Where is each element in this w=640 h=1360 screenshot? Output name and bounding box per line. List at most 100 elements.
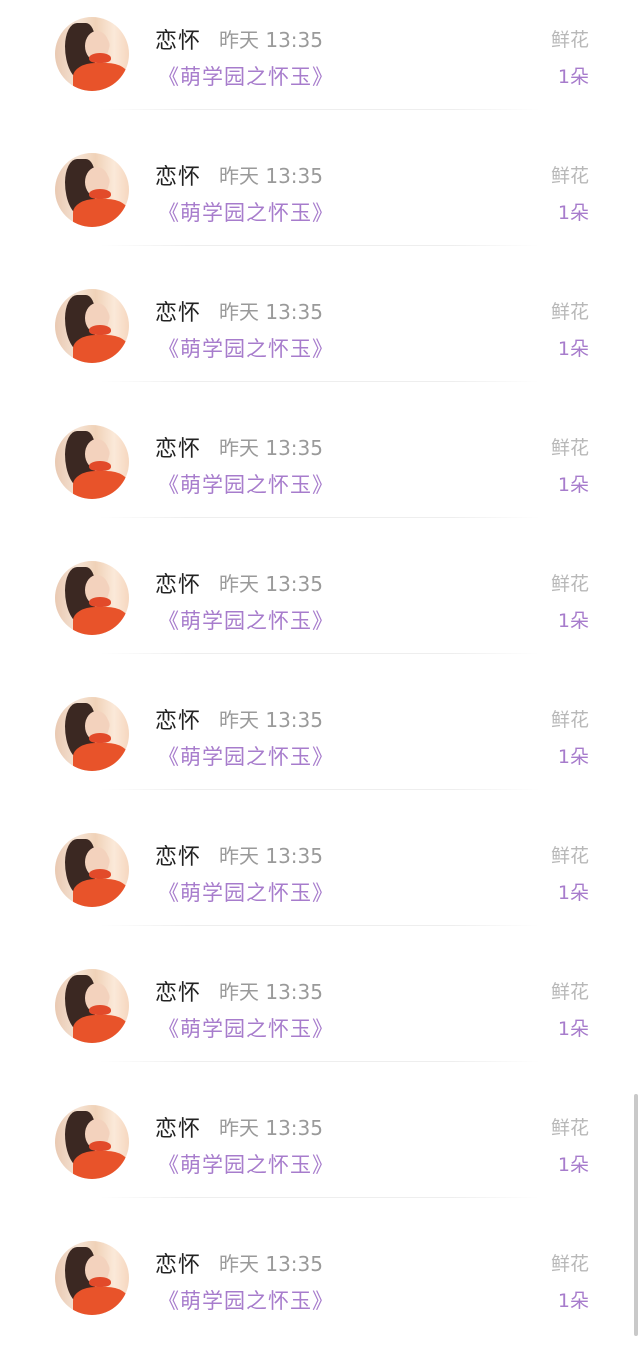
avatar-fan <box>89 1141 111 1151</box>
scrollbar[interactable] <box>634 1094 638 1336</box>
gift-type: 鲜花 <box>550 301 589 323</box>
gift-type: 鲜花 <box>550 981 589 1003</box>
gift-type: 鲜花 <box>550 437 589 459</box>
user-name[interactable]: 恋怀 <box>155 839 201 871</box>
divider <box>100 517 540 518</box>
avatar-fan <box>89 189 111 199</box>
avatar-dress <box>73 879 129 907</box>
list-item[interactable]: 恋怀 昨天 13:35 《萌学园之怀玉》 鲜花 1朵 <box>0 544 640 680</box>
book-title-link[interactable]: 《萌学园之怀玉》 <box>158 333 334 363</box>
divider <box>100 381 540 382</box>
list-item[interactable]: 恋怀 昨天 13:35 《萌学园之怀玉》 鲜花 1朵 <box>0 0 640 136</box>
timestamp: 昨天 13:35 <box>219 1252 323 1276</box>
avatar[interactable] <box>55 969 129 1043</box>
gift-type: 鲜花 <box>550 1117 589 1139</box>
user-name[interactable]: 恋怀 <box>155 159 201 191</box>
gift-type: 鲜花 <box>550 29 589 51</box>
list-item[interactable]: 恋怀 昨天 13:35 《萌学园之怀玉》 鲜花 1朵 <box>0 1088 640 1224</box>
list-item[interactable]: 恋怀 昨天 13:35 《萌学园之怀玉》 鲜花 1朵 <box>0 272 640 408</box>
list-item[interactable]: 恋怀 昨天 13:35 《萌学园之怀玉》 鲜花 1朵 <box>0 952 640 1088</box>
timestamp: 昨天 13:35 <box>219 436 323 460</box>
timestamp: 昨天 13:35 <box>219 980 323 1004</box>
avatar-fan <box>89 597 111 607</box>
timestamp: 昨天 13:35 <box>219 164 323 188</box>
avatar[interactable] <box>55 1105 129 1179</box>
avatar[interactable] <box>55 697 129 771</box>
gift-count: 1朵 <box>557 610 589 632</box>
gift-count: 1朵 <box>557 1018 589 1040</box>
avatar-dress <box>73 199 129 227</box>
avatar-fan <box>89 869 111 879</box>
avatar-dress <box>73 1287 129 1315</box>
avatar-fan <box>89 733 111 743</box>
book-title-link[interactable]: 《萌学园之怀玉》 <box>158 1149 334 1179</box>
timestamp: 昨天 13:35 <box>219 1116 323 1140</box>
list-item[interactable]: 恋怀 昨天 13:35 《萌学园之怀玉》 鲜花 1朵 <box>0 1224 640 1360</box>
avatar[interactable] <box>55 425 129 499</box>
gift-count: 1朵 <box>557 882 589 904</box>
avatar-dress <box>73 471 129 499</box>
avatar-dress <box>73 63 129 91</box>
avatar[interactable] <box>55 1241 129 1315</box>
list-item[interactable]: 恋怀 昨天 13:35 《萌学园之怀玉》 鲜花 1朵 <box>0 408 640 544</box>
avatar-dress <box>73 335 129 363</box>
avatar-dress <box>73 743 129 771</box>
list-item[interactable]: 恋怀 昨天 13:35 《萌学园之怀玉》 鲜花 1朵 <box>0 816 640 952</box>
user-name[interactable]: 恋怀 <box>155 975 201 1007</box>
divider <box>100 1197 540 1198</box>
gift-type: 鲜花 <box>550 1253 589 1275</box>
avatar-fan <box>89 461 111 471</box>
gift-count: 1朵 <box>557 338 589 360</box>
divider <box>100 1061 540 1062</box>
list-item[interactable]: 恋怀 昨天 13:35 《萌学园之怀玉》 鲜花 1朵 <box>0 680 640 816</box>
avatar-dress <box>73 1151 129 1179</box>
gift-count: 1朵 <box>557 746 589 768</box>
gift-count: 1朵 <box>557 66 589 88</box>
user-name[interactable]: 恋怀 <box>155 1111 201 1143</box>
divider <box>100 653 540 654</box>
user-name[interactable]: 恋怀 <box>155 1247 201 1279</box>
avatar[interactable] <box>55 17 129 91</box>
gift-count: 1朵 <box>557 1154 589 1176</box>
book-title-link[interactable]: 《萌学园之怀玉》 <box>158 197 334 227</box>
avatar[interactable] <box>55 833 129 907</box>
timestamp: 昨天 13:35 <box>219 844 323 868</box>
user-name[interactable]: 恋怀 <box>155 431 201 463</box>
book-title-link[interactable]: 《萌学园之怀玉》 <box>158 469 334 499</box>
avatar[interactable] <box>55 561 129 635</box>
timestamp: 昨天 13:35 <box>219 572 323 596</box>
user-name[interactable]: 恋怀 <box>155 295 201 327</box>
timestamp: 昨天 13:35 <box>219 28 323 52</box>
divider <box>100 789 540 790</box>
gift-type: 鲜花 <box>550 573 589 595</box>
gift-type: 鲜花 <box>550 165 589 187</box>
avatar[interactable] <box>55 153 129 227</box>
user-name[interactable]: 恋怀 <box>155 703 201 735</box>
avatar-fan <box>89 325 111 335</box>
timestamp: 昨天 13:35 <box>219 300 323 324</box>
gift-type: 鲜花 <box>550 709 589 731</box>
avatar[interactable] <box>55 289 129 363</box>
avatar-fan <box>89 53 111 63</box>
book-title-link[interactable]: 《萌学园之怀玉》 <box>158 877 334 907</box>
divider <box>100 245 540 246</box>
divider <box>100 925 540 926</box>
avatar-fan <box>89 1277 111 1287</box>
book-title-link[interactable]: 《萌学园之怀玉》 <box>158 605 334 635</box>
book-title-link[interactable]: 《萌学园之怀玉》 <box>158 1285 334 1315</box>
user-name[interactable]: 恋怀 <box>155 23 201 55</box>
gift-count: 1朵 <box>557 1290 589 1312</box>
avatar-dress <box>73 607 129 635</box>
gift-count: 1朵 <box>557 202 589 224</box>
avatar-dress <box>73 1015 129 1043</box>
avatar-fan <box>89 1005 111 1015</box>
book-title-link[interactable]: 《萌学园之怀玉》 <box>158 741 334 771</box>
list-item[interactable]: 恋怀 昨天 13:35 《萌学园之怀玉》 鲜花 1朵 <box>0 136 640 272</box>
gift-record-list: 恋怀 昨天 13:35 《萌学园之怀玉》 鲜花 1朵 恋怀 昨天 13:35 《… <box>0 0 640 1360</box>
gift-count: 1朵 <box>557 474 589 496</box>
timestamp: 昨天 13:35 <box>219 708 323 732</box>
user-name[interactable]: 恋怀 <box>155 567 201 599</box>
book-title-link[interactable]: 《萌学园之怀玉》 <box>158 1013 334 1043</box>
gift-type: 鲜花 <box>550 845 589 867</box>
book-title-link[interactable]: 《萌学园之怀玉》 <box>158 61 334 91</box>
